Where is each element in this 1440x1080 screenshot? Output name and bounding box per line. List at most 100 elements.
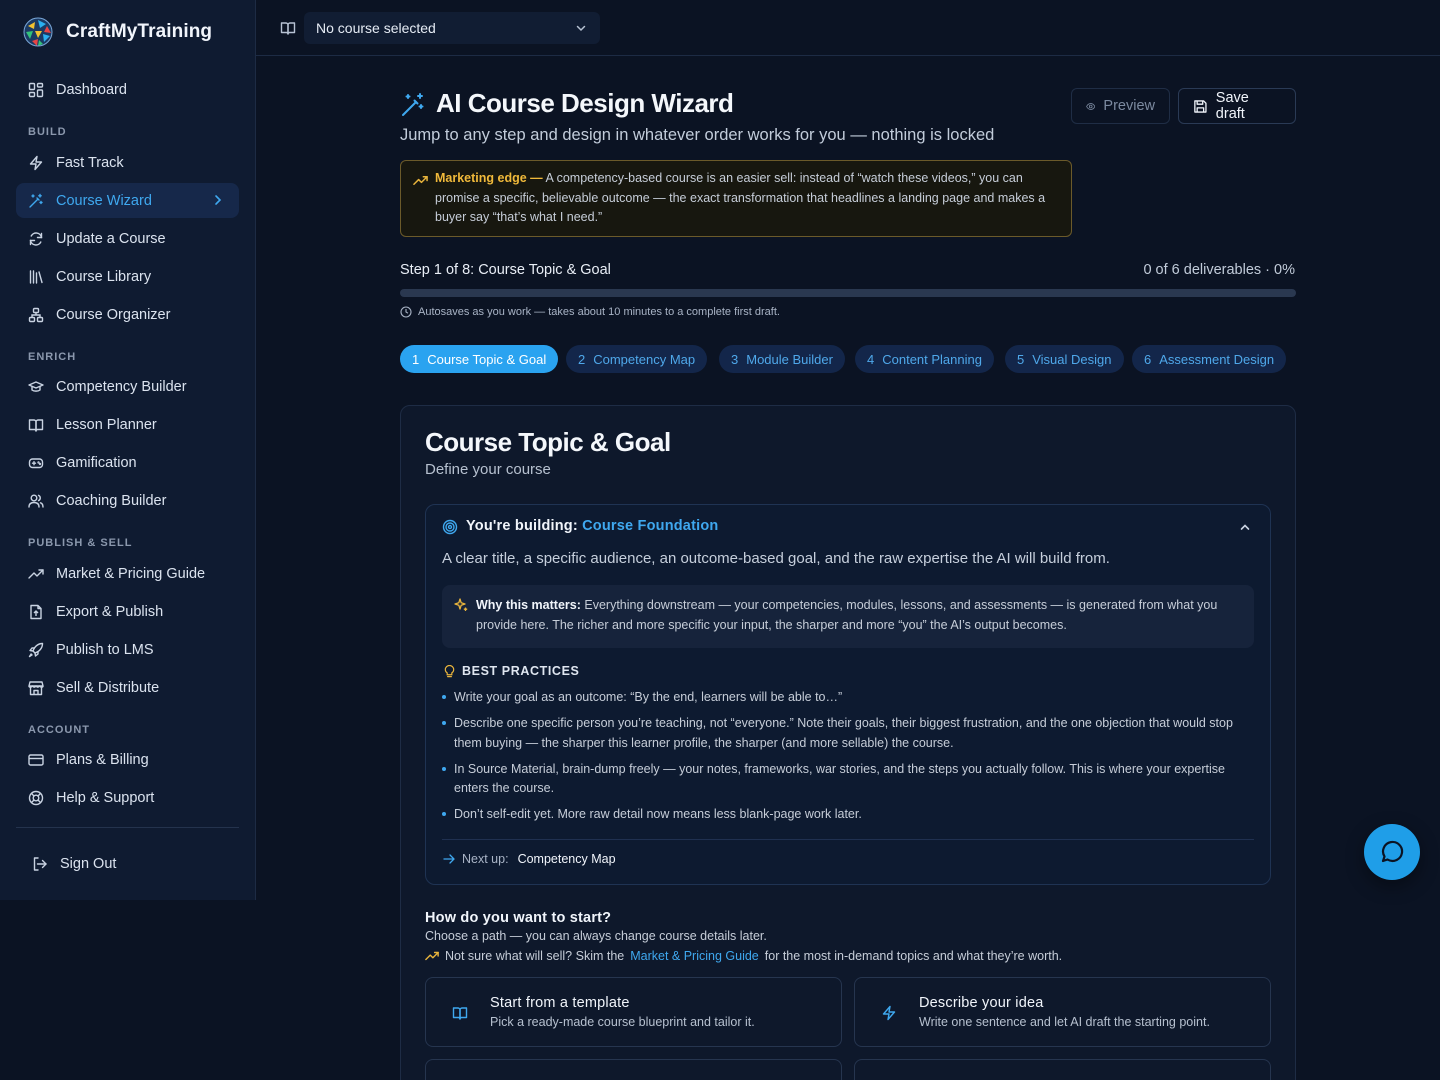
sign-out-label: Sign Out <box>60 855 117 872</box>
sidebar-item-competency-builder[interactable]: Competency Builder <box>16 369 239 404</box>
sidebar-item-market-pricing[interactable]: Market & Pricing Guide <box>16 556 239 591</box>
target-icon <box>442 519 458 535</box>
sparkles-icon <box>454 598 468 611</box>
sidebar-item-gamification[interactable]: Gamification <box>16 445 239 480</box>
sidebar-item-label: Competency Builder <box>56 378 187 395</box>
chat-button[interactable] <box>1364 824 1420 880</box>
chevron-up-icon[interactable] <box>1238 520 1252 534</box>
list-item: Don’t self-edit yet. More raw detail now… <box>442 805 1254 825</box>
section-label-build: BUILD <box>28 126 67 138</box>
sign-out-button[interactable]: Sign Out <box>16 846 239 881</box>
sidebar-item-course-wizard[interactable]: Course Wizard <box>16 183 239 218</box>
library-icon <box>29 269 43 284</box>
divider <box>442 839 1254 840</box>
start-subtext: Choose a path — you can always change co… <box>425 929 767 943</box>
best-practices-heading: BEST PRACTICES <box>443 664 579 678</box>
clock-icon <box>400 306 412 318</box>
chevron-right-icon <box>215 195 222 205</box>
why-matters-text: Why this matters: Everything downstream … <box>476 595 1236 635</box>
book-open-icon <box>28 418 44 432</box>
save-icon <box>1194 99 1207 113</box>
course-select-dropdown[interactable]: No course selected <box>304 12 600 44</box>
step-label-text: Module Builder <box>746 351 833 367</box>
sidebar-item-sell-distribute[interactable]: Sell & Distribute <box>16 670 239 705</box>
list-item: In Source Material, brain-dump freely — … <box>442 760 1254 799</box>
sidebar-divider <box>16 827 239 828</box>
save-draft-button[interactable]: Save draft <box>1178 88 1296 124</box>
next-up-value: Competency Map <box>517 852 616 866</box>
next-up-label: Next up: <box>462 852 509 866</box>
step-pill-4[interactable]: 4 Content Planning <box>855 345 994 373</box>
refresh-icon <box>29 231 43 246</box>
sidebar-item-label: Course Organizer <box>56 306 171 323</box>
sidebar-item-publish-lms[interactable]: Publish to LMS <box>16 632 239 667</box>
lifebuoy-icon <box>28 790 44 805</box>
section-label-publish: PUBLISH & SELL <box>28 537 133 549</box>
credit-card-icon <box>28 753 44 766</box>
best-practices-title: BEST PRACTICES <box>462 664 580 678</box>
why-matters-label: Why this matters: <box>476 598 581 612</box>
building-heading[interactable]: You're building: Course Foundation <box>466 518 718 534</box>
next-up-link[interactable]: Next up: Competency Map <box>443 852 616 866</box>
sidebar-item-lesson-planner[interactable]: Lesson Planner <box>16 407 239 442</box>
sidebar-item-course-organizer[interactable]: Course Organizer <box>16 297 239 332</box>
users-icon <box>28 494 44 508</box>
rocket-icon <box>28 642 44 657</box>
sidebar-item-help-support[interactable]: Help & Support <box>16 780 239 815</box>
step-label-text: Competency Map <box>593 351 696 367</box>
option-describe-idea[interactable]: Describe your idea Write one sentence an… <box>854 977 1271 1047</box>
step-pill-5[interactable]: 5 Visual Design <box>1005 345 1124 373</box>
section-label-account: ACCOUNT <box>28 724 90 736</box>
store-icon <box>28 680 44 695</box>
marketing-edge-callout: Marketing edge — A competency-based cour… <box>400 160 1072 237</box>
preview-label: Preview <box>1103 98 1155 114</box>
trending-up-icon <box>425 951 439 961</box>
step-num: 1 <box>412 351 420 367</box>
sidebar-item-label: Course Library <box>56 268 152 285</box>
card-title: Course Topic & Goal <box>425 427 671 457</box>
trending-up-icon <box>413 176 428 185</box>
page-subtitle: Jump to any step and design in whatever … <box>400 126 995 144</box>
brand[interactable]: CraftMyTraining <box>22 16 212 48</box>
wand-icon <box>29 193 43 208</box>
why-matters-body: Everything downstream — your competencie… <box>476 598 1218 632</box>
page-title: AI Course Design Wizard <box>436 88 734 118</box>
step-num: 2 <box>578 351 586 367</box>
step-pill-3[interactable]: 3 Module Builder <box>719 345 845 373</box>
hint-suffix: for the most in-demand topics and what t… <box>764 949 1063 963</box>
sidebar: CraftMyTraining Dashboard BUILD Fast Tra… <box>0 0 256 900</box>
zap-icon <box>882 1005 896 1021</box>
step-pill-6[interactable]: 6 Assessment Design <box>1132 345 1287 373</box>
sidebar-item-label: Export & Publish <box>56 603 164 620</box>
course-select-value: No course selected <box>316 20 436 36</box>
building-prefix: You're building: <box>466 518 578 534</box>
step-label-text: Assessment Design <box>1159 351 1275 367</box>
book-icon <box>452 1007 468 1020</box>
save-label: Save draft <box>1215 90 1249 122</box>
message-circle-icon <box>1381 840 1404 863</box>
step-num: 5 <box>1017 351 1025 367</box>
option-template[interactable]: Start from a template Pick a ready-made … <box>425 977 842 1047</box>
sidebar-item-update-course[interactable]: Update a Course <box>16 221 239 256</box>
step-label-text: Course Topic & Goal <box>427 351 547 367</box>
sidebar-item-fast-track[interactable]: Fast Track <box>16 145 239 180</box>
step-label-text: Visual Design <box>1032 351 1112 367</box>
log-out-icon <box>33 856 47 871</box>
sidebar-item-plans-billing[interactable]: Plans & Billing <box>16 742 239 777</box>
step-pill-1[interactable]: 1 Course Topic & Goal <box>400 345 559 373</box>
preview-button[interactable]: Preview <box>1071 88 1170 124</box>
sidebar-item-dashboard[interactable]: Dashboard <box>16 72 239 107</box>
grid-icon <box>28 82 44 97</box>
sidebar-item-coaching-builder[interactable]: Coaching Builder <box>16 483 239 518</box>
sidebar-item-export-publish[interactable]: Export & Publish <box>16 594 239 629</box>
list-item: Describe one specific person you’re teac… <box>442 714 1254 753</box>
option-card-partial[interactable] <box>854 1059 1271 1080</box>
option-card-partial[interactable] <box>425 1059 842 1080</box>
marketing-edge-label: Marketing edge — <box>435 171 543 185</box>
sidebar-item-course-library[interactable]: Course Library <box>16 259 239 294</box>
market-pricing-link[interactable]: Market & Pricing Guide <box>630 949 759 963</box>
option-title: Start from a template <box>490 995 630 1011</box>
sidebar-item-label: Help & Support <box>56 789 155 806</box>
step-pill-2[interactable]: 2 Competency Map <box>566 345 708 373</box>
marketing-edge-text: Marketing edge — A competency-based cour… <box>435 169 1063 228</box>
